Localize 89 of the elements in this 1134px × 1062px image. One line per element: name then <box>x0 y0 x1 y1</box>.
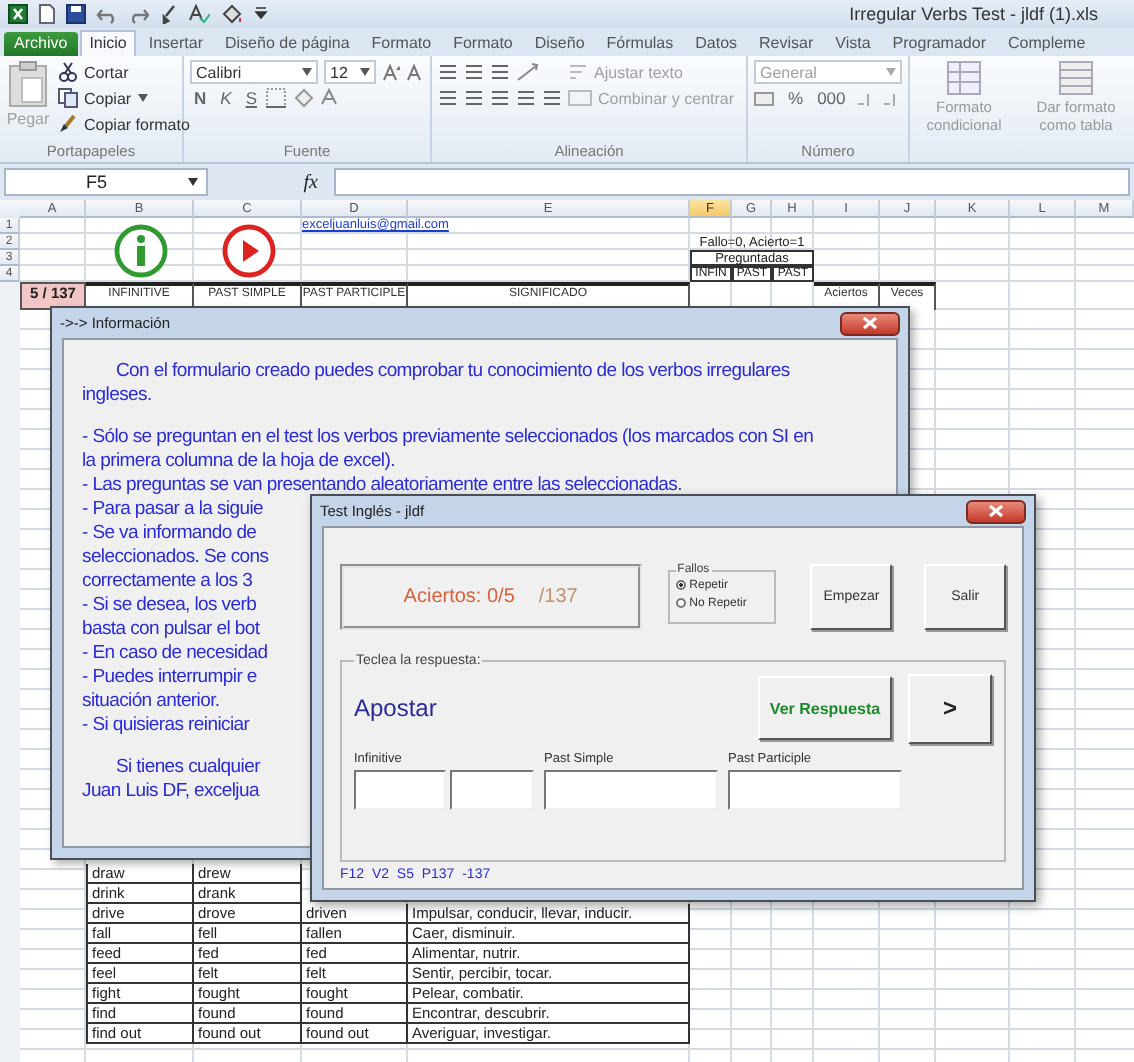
radio-button[interactable] <box>675 580 686 590</box>
answer-field[interactable] <box>728 770 902 810</box>
shrink-font-icon[interactable] <box>406 63 424 81</box>
font-color-icon[interactable] <box>320 88 339 108</box>
spreadsheet-app-icon[interactable] <box>8 4 28 24</box>
info-text: Si tienes cualquier <box>114 756 260 780</box>
caret-icon[interactable] <box>360 68 370 76</box>
insert-function-button[interactable]: fx <box>216 168 326 196</box>
format-painter-button[interactable]: Copiar formato <box>84 115 190 133</box>
info-text: - En caso de necesidad <box>82 642 268 666</box>
align-center-icon[interactable] <box>464 88 484 108</box>
align-bottom-icon[interactable] <box>490 62 510 82</box>
answer-field[interactable] <box>354 770 446 810</box>
ribbon-tab[interactable]: Revisar <box>749 30 824 56</box>
ribbon-tab[interactable]: Inicio <box>79 30 137 56</box>
info-text: correctamente a los 3 <box>82 570 253 594</box>
fill-color-icon[interactable] <box>292 88 315 108</box>
italic-button[interactable]: K <box>216 88 236 108</box>
info-text: Con el formulario creado puedes comprobar tu conocimiento de los verbos irregulares <box>114 360 790 384</box>
info-text: Juan Luis DF, exceljua <box>82 780 259 804</box>
radio-button[interactable] <box>675 598 686 608</box>
close-button[interactable] <box>840 311 900 335</box>
info-text: seleccionados. Se cons <box>82 546 269 570</box>
thousands-button[interactable]: 000 <box>813 88 850 108</box>
bold-button[interactable]: N <box>190 88 211 108</box>
caret-icon[interactable] <box>137 94 148 102</box>
align-middle-icon[interactable] <box>464 62 484 82</box>
copy-icon[interactable] <box>58 88 78 108</box>
info-text: - Si quisieras reiniciar <box>82 714 250 738</box>
ribbon-tab[interactable]: Insertar <box>138 30 213 56</box>
info-text: la primera columna de la hoja de excel). <box>82 450 395 474</box>
align-top-icon[interactable] <box>438 62 458 82</box>
ribbon-tab[interactable]: Diseño <box>524 30 595 56</box>
percent-button[interactable]: % <box>784 88 808 108</box>
ribbon-tab[interactable]: Diseño de página <box>215 30 360 56</box>
window-title: Irregular Verbs Test - jldf (1).xls <box>849 4 1098 24</box>
caret-icon[interactable] <box>302 68 312 76</box>
ribbon-tab[interactable]: Datos <box>685 30 748 56</box>
info-text: - Sólo se preguntan en el test los verbos previamente seleccionados (los marcados con SI en <box>82 426 814 450</box>
orientation-icon[interactable] <box>516 62 540 82</box>
info-text: - Las preguntas se van presentando aleatoriamente entre las seleccionadas. <box>82 474 682 498</box>
name-box[interactable]: F5 <box>4 168 208 196</box>
merge-cells-icon[interactable] <box>568 88 592 108</box>
ribbon-tab[interactable]: Programador <box>882 30 996 56</box>
verb-prompt: Apostar <box>354 694 439 722</box>
score-text: Aciertos: 0/5 <box>403 586 515 608</box>
close-icon <box>862 316 878 330</box>
font-name-dropdown[interactable]: Calibri <box>190 60 318 84</box>
file-menu-tab[interactable]: Archivo <box>4 32 78 56</box>
cut-button[interactable]: Cortar <box>84 63 129 81</box>
grow-font-icon[interactable] <box>382 63 400 81</box>
ribbon-tab[interactable]: Compleme <box>997 30 1096 56</box>
formula-input[interactable] <box>334 168 1130 196</box>
play-icon[interactable] <box>221 223 275 277</box>
underline-button[interactable]: S <box>241 88 261 108</box>
ribbon-tab[interactable]: Fórmulas <box>596 30 684 56</box>
save-icon[interactable] <box>66 4 86 24</box>
close-icon <box>988 504 1004 518</box>
info-text: - Se va informando de <box>82 522 257 546</box>
font-size-dropdown[interactable]: 12 <box>324 60 376 84</box>
answer-field[interactable] <box>544 770 718 810</box>
align-right-icon[interactable] <box>490 88 510 108</box>
clipboard-icon[interactable] <box>6 60 50 108</box>
caret-icon[interactable] <box>188 178 198 186</box>
caret-icon[interactable] <box>254 6 268 22</box>
answer-field[interactable] <box>450 770 534 810</box>
info-text: - Si se desea, los verb <box>82 594 257 618</box>
next-button[interactable]: > <box>908 673 992 743</box>
fill-color-icon[interactable] <box>220 4 244 24</box>
align-left-icon[interactable] <box>438 88 458 108</box>
close-button[interactable] <box>966 499 1026 523</box>
total-text: /137 <box>538 586 578 608</box>
spell-check-icon[interactable] <box>188 4 210 24</box>
info-text: ingleses. <box>82 384 152 408</box>
ribbon-tab[interactable]: Vista <box>825 30 881 56</box>
copy-button[interactable]: Copiar <box>84 89 132 107</box>
show-answer-button[interactable]: Ver Respuesta <box>758 676 892 740</box>
ribbon-tab[interactable]: Formato <box>443 30 523 56</box>
info-icon[interactable] <box>113 223 167 277</box>
undo-icon[interactable] <box>96 5 118 23</box>
info-text: - Para pasar a la siguie <box>82 498 263 522</box>
scissors-icon[interactable] <box>58 62 78 82</box>
redo-icon[interactable] <box>128 5 150 23</box>
ribbon-tab[interactable]: Formato <box>361 30 442 56</box>
info-text: basta con pulsar el bot <box>82 618 260 642</box>
info-text: - Puedes interrumpir e <box>82 666 257 690</box>
document-icon[interactable] <box>38 4 56 24</box>
border-icon[interactable] <box>266 88 287 108</box>
info-text: situación anterior. <box>82 690 220 714</box>
